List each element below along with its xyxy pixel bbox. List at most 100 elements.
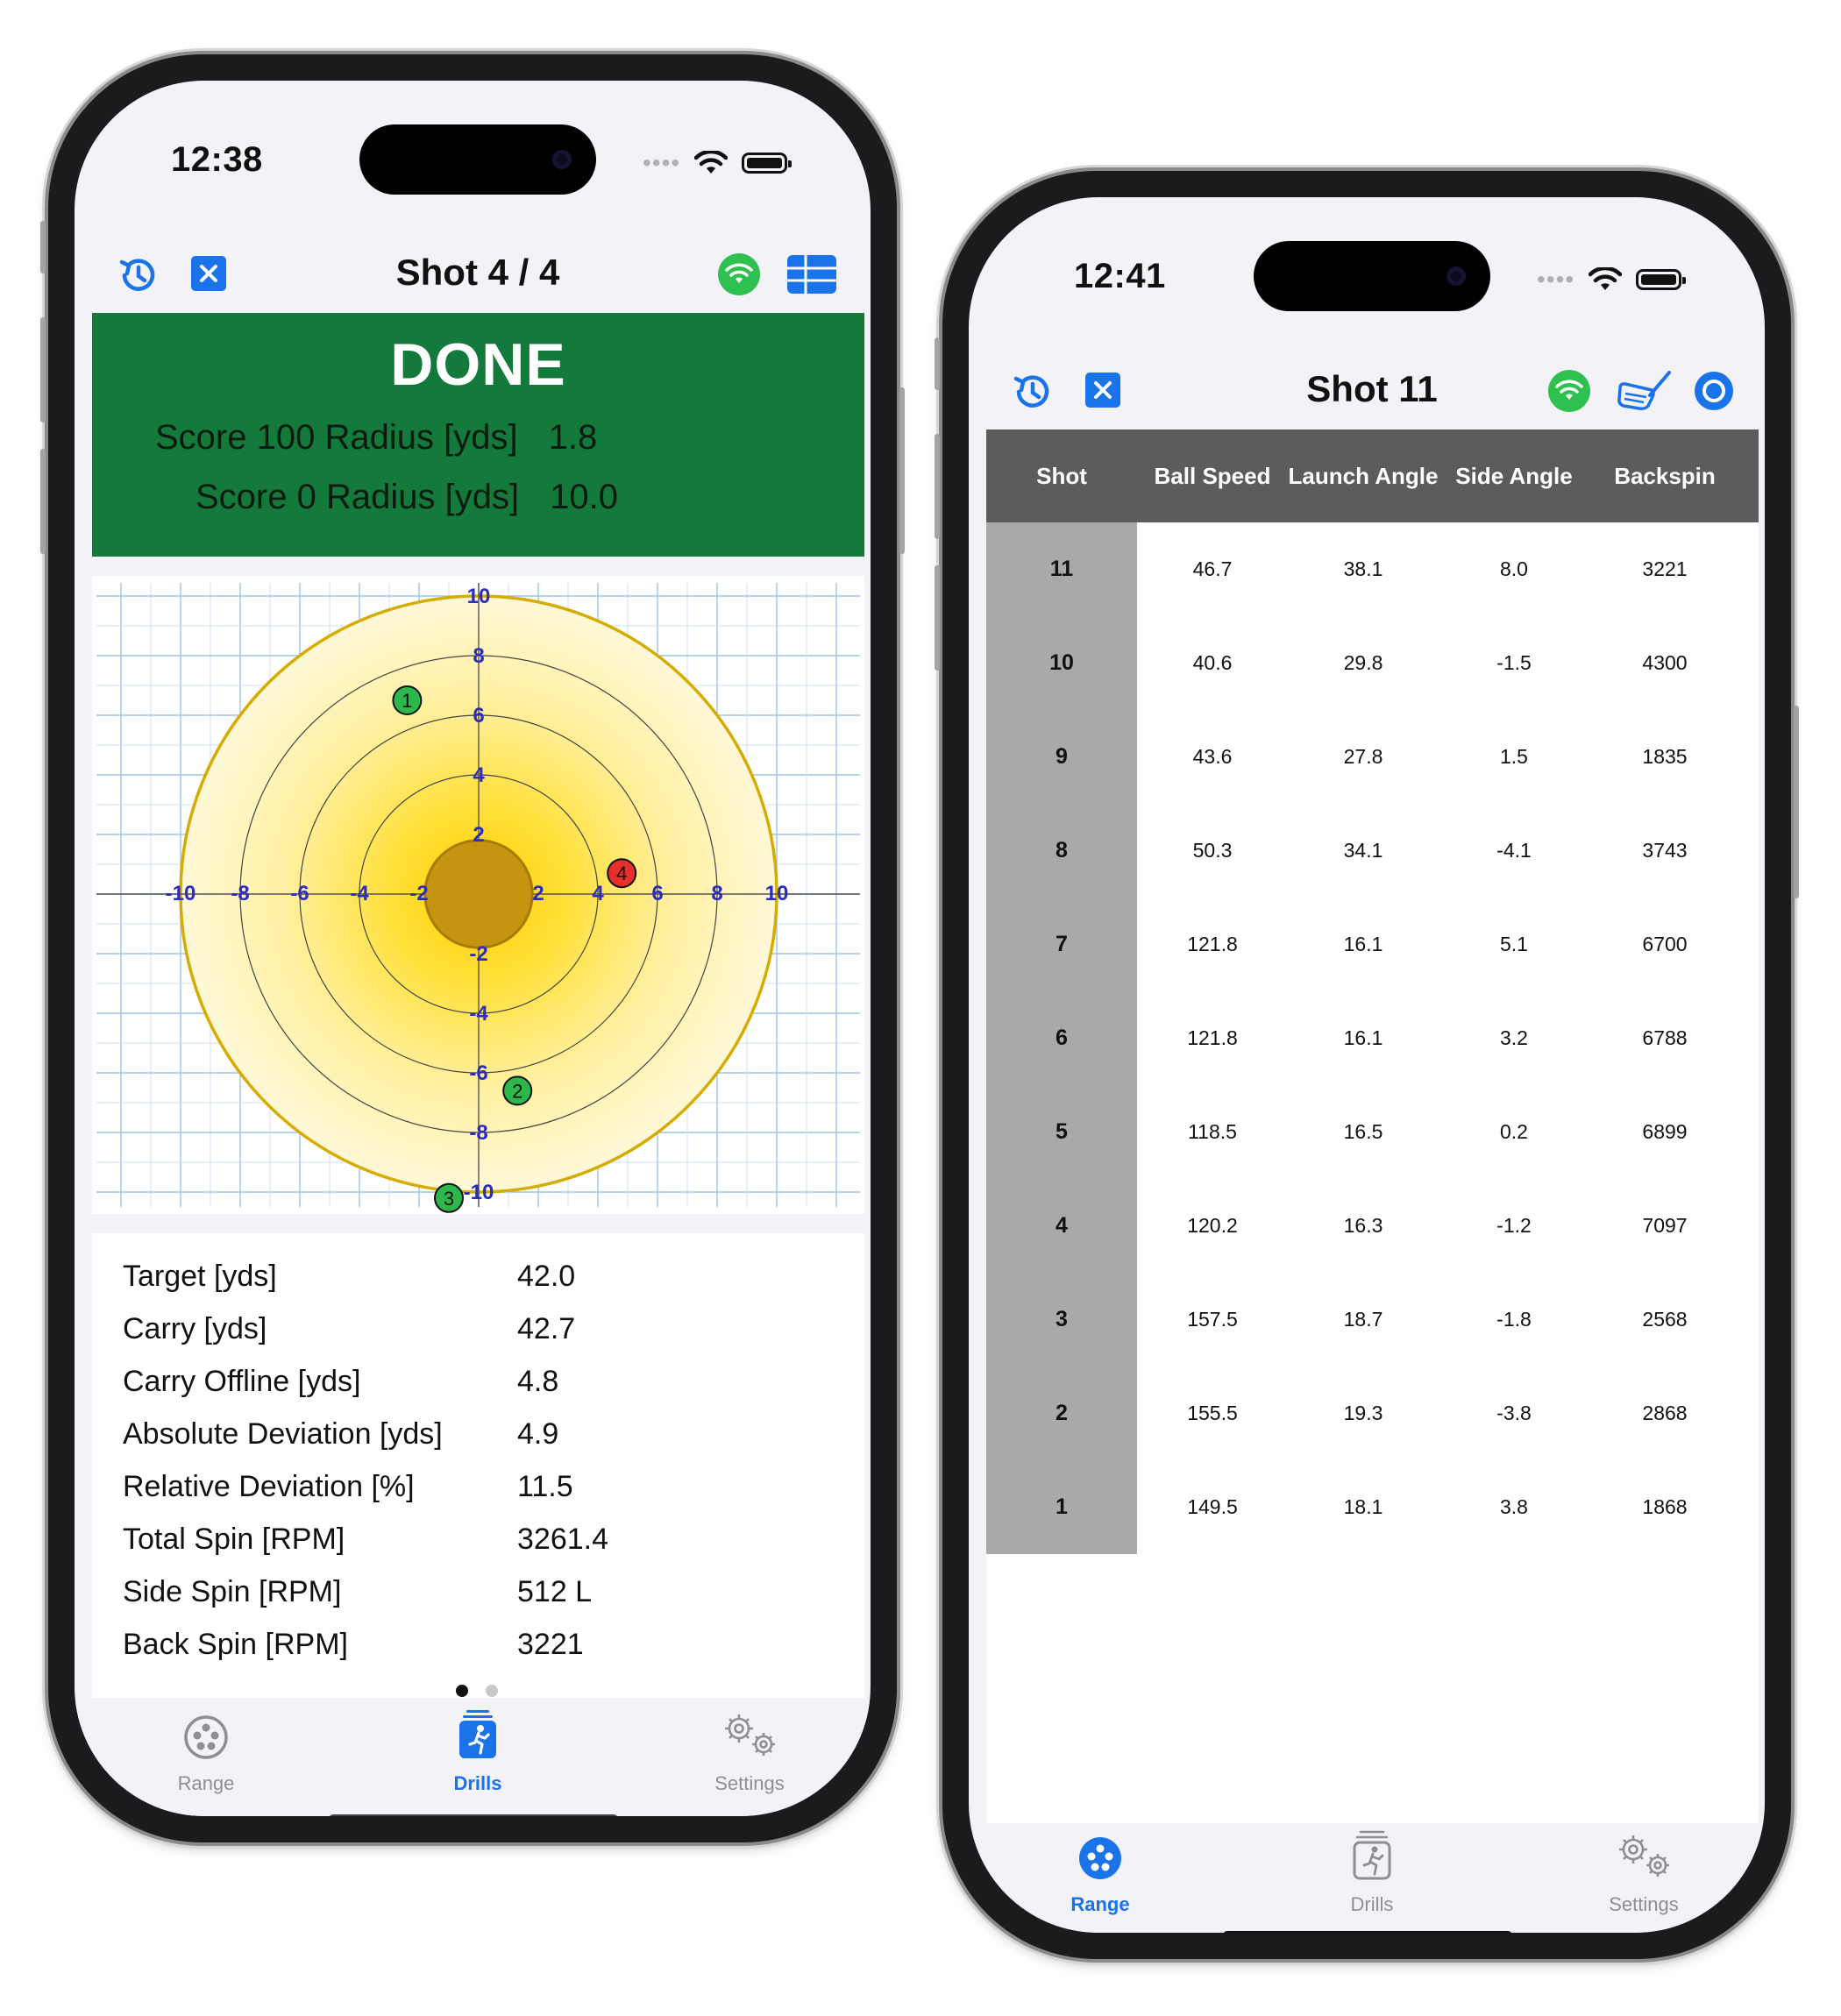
table-cell: 5.1 [1500, 933, 1528, 955]
table-cell: 118.5 [1188, 1120, 1237, 1143]
table-row[interactable]: 6 121.8 16.1 3.2 6788 [986, 991, 1759, 1085]
table-cell: 3.2 [1500, 1026, 1528, 1049]
tab-bar: Range Drills Settings [75, 1702, 871, 1816]
column-header-launch-angle[interactable]: Launch Angle [1288, 429, 1439, 522]
wifi-connected-icon[interactable] [717, 252, 761, 296]
dynamic-island [1254, 241, 1490, 311]
table-cell: 40.6 [1192, 651, 1233, 674]
stat-value: 4.9 [517, 1417, 559, 1451]
battery-icon [742, 153, 793, 174]
table-row[interactable]: 10 40.6 29.8 -1.5 4300 [986, 616, 1759, 710]
close-icon[interactable] [1084, 371, 1122, 409]
stat-value: 4.8 [517, 1365, 559, 1398]
table-cell: 149.5 [1187, 1495, 1238, 1518]
table-cell: 1868 [1642, 1495, 1688, 1518]
shot-marker[interactable]: 1 [392, 685, 423, 715]
tab-range[interactable]: Range [118, 1714, 294, 1794]
tab-drills[interactable]: Drills [390, 1710, 565, 1794]
wifi-icon [694, 151, 729, 174]
table-cell: 6700 [1642, 933, 1688, 955]
table-row[interactable]: 11 46.7 38.1 8.0 3221 [986, 522, 1759, 616]
table-row[interactable]: 8 50.3 34.1 -4.1 3743 [986, 804, 1759, 898]
page-indicator-inactive[interactable] [486, 1685, 498, 1697]
tab-settings[interactable]: Settings [662, 1714, 837, 1794]
table-row[interactable]: 9 43.6 27.8 1.5 1835 [986, 710, 1759, 804]
stat-label: Absolute Deviation [yds] [123, 1417, 443, 1451]
volume-down-button [40, 449, 46, 554]
column-header-side-angle[interactable]: Side Angle [1439, 429, 1589, 522]
tab-range[interactable]: Range [1013, 1835, 1188, 1915]
tab-label: Drills [1350, 1893, 1394, 1915]
camera-icon [1446, 266, 1466, 286]
shot-marker[interactable]: 4 [607, 858, 637, 889]
table-cell: 6788 [1642, 1026, 1688, 1049]
table-row[interactable]: 1 149.5 18.1 3.8 1868 [986, 1460, 1759, 1554]
column-header-backspin[interactable]: Backspin [1589, 429, 1740, 522]
history-icon[interactable] [114, 252, 161, 299]
settings-icon [1619, 1835, 1669, 1877]
table-row[interactable]: 5 118.5 16.5 0.2 6899 [986, 1085, 1759, 1179]
wifi-connected-icon[interactable] [1547, 369, 1591, 413]
dynamic-island [359, 124, 596, 195]
stat-label: Back Spin [RPM] [123, 1628, 348, 1661]
score-label: Score 100 Radius [yds] [155, 418, 518, 457]
power-button [899, 387, 905, 554]
shot-number-cell: 6 [1056, 1026, 1068, 1050]
home-indicator[interactable] [329, 1814, 618, 1816]
club-icon[interactable] [1615, 369, 1674, 413]
table-cell: 3.8 [1500, 1495, 1528, 1518]
column-header-ball-speed[interactable]: Ball Speed [1137, 429, 1288, 522]
table-cell: 1.5 [1500, 745, 1528, 768]
score-0-row: Score 0 Radius [yds] 10.0 [195, 478, 618, 517]
table-cell: 16.5 [1343, 1120, 1383, 1143]
status-time: 12:41 [1074, 257, 1166, 295]
target-plot[interactable]: -10 -8 -6 -4 -2 2 4 6 8 10 10 8 6 4 2 -2 -4 -6 -8 -10 1 2 3 4 [92, 576, 864, 1214]
power-button [1794, 706, 1799, 898]
table-cell: 34.1 [1343, 839, 1383, 862]
column-header-shot[interactable]: Shot [986, 429, 1137, 522]
shot-marker[interactable]: 3 [434, 1182, 464, 1213]
camera-icon [552, 150, 572, 169]
table-cell: -4.1 [1496, 839, 1532, 862]
side-button [935, 337, 940, 390]
shot-number-cell: 5 [1056, 1119, 1068, 1144]
table-row[interactable]: 7 121.8 16.1 5.1 6700 [986, 898, 1759, 991]
table-view-icon[interactable] [786, 254, 837, 295]
left-screen: 12:38 •••• Shot 4 / 4 DONE Score 100 Rad… [75, 81, 871, 1816]
page-indicator-active[interactable] [456, 1685, 468, 1697]
table-cell: 3221 [1642, 557, 1688, 580]
bullseye [423, 839, 534, 949]
x-tick-label: 6 [651, 882, 663, 905]
nav-title: Shot 11 [1306, 368, 1438, 409]
close-icon[interactable] [189, 254, 228, 293]
y-tick-label: 8 [473, 644, 484, 668]
y-tick-label: -4 [469, 1002, 488, 1026]
stat-label: Target [yds] [123, 1260, 277, 1293]
table-row[interactable]: 4 120.2 16.3 -1.2 7097 [986, 1179, 1759, 1273]
history-icon[interactable] [1008, 368, 1056, 415]
y-tick-label: 6 [473, 704, 484, 728]
tab-drills[interactable]: Drills [1284, 1830, 1460, 1915]
table-cell: 27.8 [1343, 745, 1383, 768]
table-header: Shot Ball Speed Launch Angle Side Angle … [986, 429, 1759, 522]
record-icon[interactable] [1693, 370, 1735, 412]
left-phone: 12:38 •••• Shot 4 / 4 DONE Score 100 Rad… [40, 54, 905, 1842]
target-chart[interactable]: -10 -8 -6 -4 -2 2 4 6 8 10 10 8 6 4 2 -2 -4 -6 -8 -10 1 2 3 4 [92, 576, 864, 1214]
table-cell: 8.0 [1500, 557, 1528, 580]
x-tick-label: -10 [166, 882, 196, 905]
table-cell: -1.5 [1496, 651, 1532, 674]
status-time: 12:38 [171, 140, 263, 179]
table-row[interactable]: 2 155.5 19.3 -3.8 2868 [986, 1366, 1759, 1460]
tab-label: Settings [714, 1772, 785, 1794]
tab-settings[interactable]: Settings [1556, 1835, 1731, 1915]
table-row[interactable]: 3 157.5 18.7 -1.8 2568 [986, 1273, 1759, 1366]
shot-number-cell: 10 [1049, 650, 1074, 675]
table-cell: 16.1 [1343, 1026, 1383, 1049]
home-indicator[interactable] [1223, 1931, 1512, 1933]
shot-marker-label: 1 [402, 690, 412, 712]
shot-marker[interactable]: 2 [502, 1075, 533, 1106]
status-text: DONE [390, 331, 566, 398]
table-cell: 38.1 [1343, 557, 1383, 580]
shot-number-cell: 11 [1049, 557, 1074, 581]
signal-icon: •••• [1537, 266, 1575, 293]
